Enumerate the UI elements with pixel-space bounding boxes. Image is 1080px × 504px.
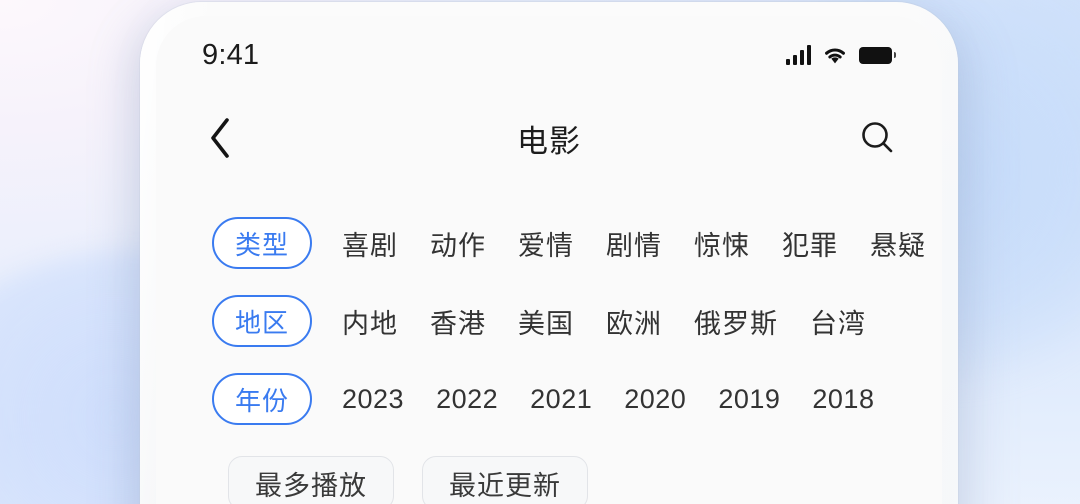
status-bar: 9:41 <box>156 16 942 94</box>
filter-option[interactable]: 动作 <box>430 224 486 263</box>
filter-option[interactable]: 俄罗斯 <box>694 302 778 341</box>
filter-key-year[interactable]: 年份 <box>212 373 312 425</box>
filter-option[interactable]: 犯罪 <box>782 224 838 263</box>
filter-key-genre[interactable]: 类型 <box>212 217 312 269</box>
filter-option[interactable]: 惊悚 <box>694 224 750 263</box>
filter-option[interactable]: 2019 <box>718 384 780 415</box>
filter-option[interactable]: 剧情 <box>606 224 662 263</box>
filter-option[interactable]: 台湾 <box>810 302 866 341</box>
sort-bar: 最多播放 最近更新 <box>156 456 942 504</box>
chevron-left-icon <box>211 118 229 158</box>
filter-option[interactable]: 爱情 <box>518 224 574 263</box>
filter-row-year: 年份 2023 2022 2021 2020 2019 2018 <box>212 360 942 438</box>
filter-options-year: 2023 2022 2021 2020 2019 2018 <box>342 384 874 415</box>
back-button[interactable] <box>194 112 246 164</box>
filter-option[interactable]: 欧洲 <box>606 302 662 341</box>
filter-option[interactable]: 2022 <box>436 384 498 415</box>
sort-option-most-played[interactable]: 最多播放 <box>228 456 394 504</box>
filter-row-genre: 类型 喜剧 动作 爱情 剧情 惊悚 犯罪 悬疑 <box>212 204 942 282</box>
battery-full-icon <box>859 46 896 64</box>
status-bar-icons <box>785 45 896 65</box>
status-bar-time: 9:41 <box>202 38 260 71</box>
wifi-icon <box>822 45 848 65</box>
filter-option[interactable]: 内地 <box>342 302 398 341</box>
filter-option[interactable]: 喜剧 <box>342 224 398 263</box>
filter-option[interactable]: 2020 <box>624 384 686 415</box>
wallpaper-background: 9:41 电影 类型 喜剧 动作 爱情 剧情 惊悚 犯罪 悬疑 地区 内地 香港… <box>0 0 1080 504</box>
filter-option[interactable]: 2018 <box>812 384 874 415</box>
page-title: 电影 <box>517 123 581 160</box>
phone-device-frame: 9:41 电影 类型 喜剧 动作 爱情 剧情 惊悚 犯罪 悬疑 地区 内地 香港… <box>140 2 958 504</box>
filter-option[interactable]: 2021 <box>530 384 592 415</box>
search-button[interactable] <box>852 112 904 164</box>
filter-option[interactable]: 美国 <box>518 302 574 341</box>
filter-option[interactable]: 2023 <box>342 384 404 415</box>
filter-option[interactable]: 香港 <box>430 302 486 341</box>
filter-options-genre: 喜剧 动作 爱情 剧情 惊悚 犯罪 悬疑 <box>342 224 926 263</box>
phone-screen: 9:41 电影 类型 喜剧 动作 爱情 剧情 惊悚 犯罪 悬疑 地区 内地 香港… <box>156 16 942 504</box>
filter-options-region: 内地 香港 美国 欧洲 俄罗斯 台湾 <box>342 302 866 341</box>
filter-option[interactable]: 悬疑 <box>870 224 926 263</box>
signal-bars-icon <box>785 45 811 65</box>
filter-panel: 类型 喜剧 动作 爱情 剧情 惊悚 犯罪 悬疑 地区 内地 香港 美国 欧洲 俄… <box>156 204 942 438</box>
search-icon <box>862 122 893 153</box>
sort-option-recently-updated[interactable]: 最近更新 <box>422 456 588 504</box>
filter-key-region[interactable]: 地区 <box>212 295 312 347</box>
filter-row-region: 地区 内地 香港 美国 欧洲 俄罗斯 台湾 <box>212 282 942 360</box>
nav-bar: 电影 <box>156 98 942 178</box>
